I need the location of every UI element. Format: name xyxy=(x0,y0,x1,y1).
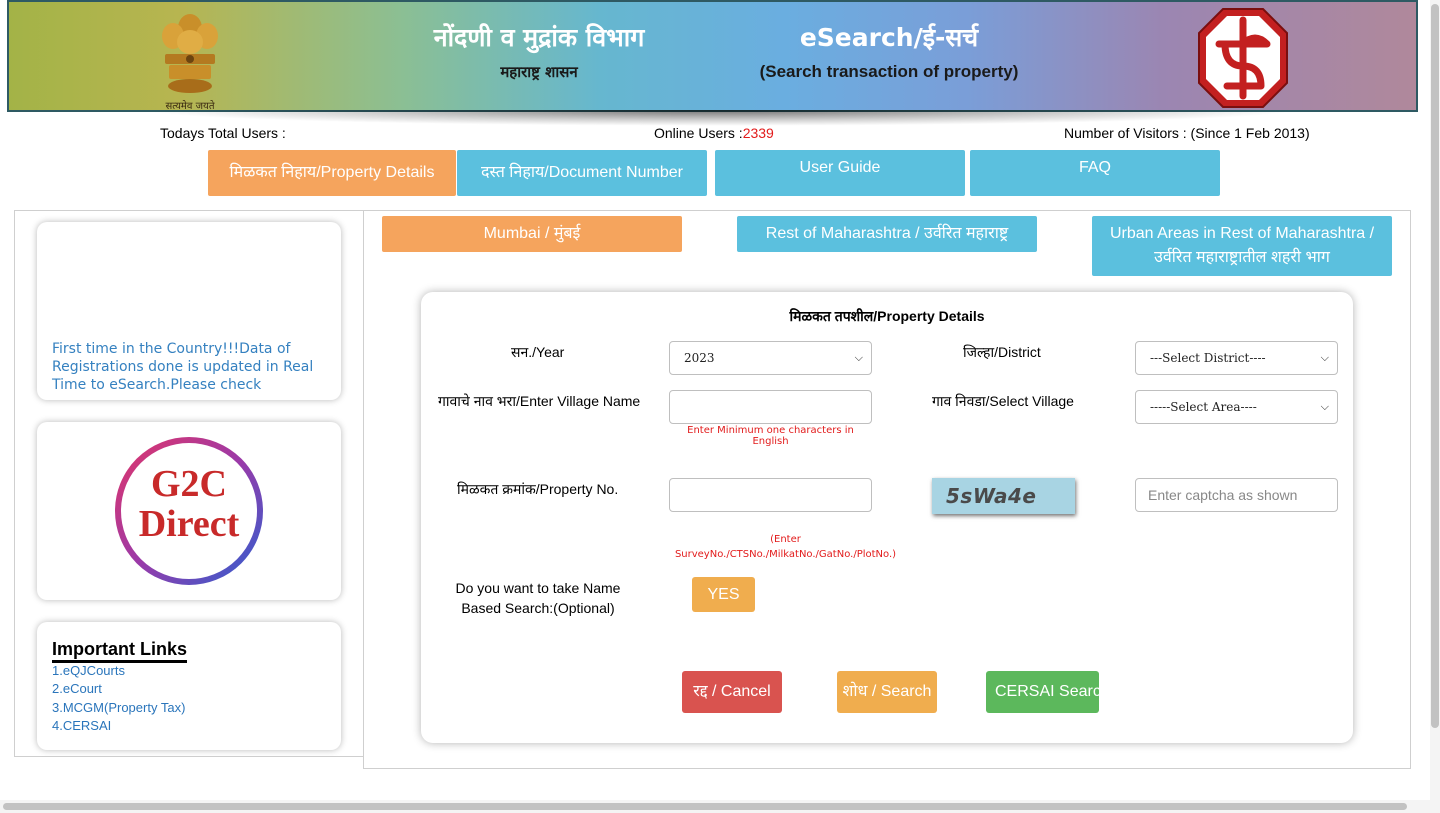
esearch-title: eSearch/ई-सर्च xyxy=(799,23,979,52)
link-mcgm-property-tax[interactable]: 3.MCGM(Property Tax) xyxy=(52,700,185,715)
lion-capital-icon xyxy=(162,14,218,93)
g2c-line2: Direct xyxy=(139,503,240,545)
header-shadow xyxy=(140,110,1300,126)
g2c-direct-card[interactable]: G2C Direct xyxy=(37,422,341,600)
today-users-label: Todays Total Users : xyxy=(160,125,286,141)
g2c-line1: G2C xyxy=(151,463,227,505)
important-links-title: Important Links xyxy=(52,638,188,663)
national-emblem: सत्यमेव जयते xyxy=(145,6,235,112)
property-no-hint-line2: SurveyNo./CTSNo./MilkatNo./GatNo./PlotNo… xyxy=(674,549,897,560)
link-eqjcourts[interactable]: 1.eQJCourts xyxy=(52,663,125,678)
cersai-search-button[interactable]: CERSAI Search xyxy=(986,671,1099,713)
horizontal-scrollbar-thumb[interactable] xyxy=(3,803,1407,810)
link-ecourt[interactable]: 2.eCourt xyxy=(52,681,102,696)
chevron-down-icon: ⌵ xyxy=(1320,351,1329,364)
year-select[interactable]: 2023 ⌵ xyxy=(669,341,872,375)
visitors-label: Number of Visitors : (Since 1 Feb 2013) xyxy=(1064,125,1310,141)
online-users-count: 2339 xyxy=(742,125,774,141)
name-search-line2: Based Search:(Optional) xyxy=(461,600,615,616)
form-title: मिळकत तपशील/Property Details xyxy=(789,308,985,324)
tab-document-number[interactable]: दस्त निहाय/Document Number xyxy=(457,150,707,196)
year-select-value: 2023 xyxy=(684,351,715,365)
property-no-hint: (Enter SurveyNo./CTSNo./MilkatNo./GatNo.… xyxy=(657,532,914,562)
chevron-down-icon: ⌵ xyxy=(1320,400,1329,413)
region-urban-line2: उर्वरित महाराष्ट्रातील शहरी भाग xyxy=(1154,249,1330,266)
g2c-direct-logo: G2C Direct xyxy=(115,437,263,585)
village-select[interactable]: -----Select Area---- ⌵ xyxy=(1135,390,1338,424)
captcha-input[interactable]: Enter captcha as shown xyxy=(1135,478,1338,512)
link-cersai[interactable]: 4.CERSAI xyxy=(52,718,111,733)
tab-faq[interactable]: FAQ xyxy=(970,150,1220,196)
property-no-hint-line1: (Enter xyxy=(770,534,801,545)
name-search-question: Do you want to take Name Based Search:(O… xyxy=(438,578,638,618)
tab-property-details[interactable]: मिळकत निहाय/Property Details xyxy=(208,150,456,196)
captcha-image: 5sWa4e xyxy=(932,478,1075,514)
online-users-label: Online Users : xyxy=(654,125,743,141)
region-rest-maharashtra-button[interactable]: Rest of Maharashtra / उर्वरित महाराष्ट्र xyxy=(737,216,1037,252)
village-name-hint: Enter Minimum one characters in English xyxy=(687,425,854,447)
district-label: जिल्हा/District xyxy=(963,344,1041,360)
department-logo xyxy=(1197,6,1289,115)
region-urban-line1: Urban Areas in Rest of Maharashtra / xyxy=(1109,225,1375,242)
region-urban-areas-button[interactable]: Urban Areas in Rest of Maharashtra / उर्… xyxy=(1092,216,1392,276)
name-search-line1: Do you want to take Name xyxy=(455,580,621,596)
name-search-yes-button[interactable]: YES xyxy=(692,577,755,612)
select-village-label: गाव निवडा/Select Village xyxy=(932,393,1074,409)
region-mumbai-button[interactable]: Mumbai / मुंबई xyxy=(382,216,682,252)
district-select[interactable]: ---Select District---- ⌵ xyxy=(1135,341,1338,375)
district-select-value: ---Select District---- xyxy=(1150,351,1266,365)
site-header: सत्यमेव जयते नोंदणी व मुद्रांक विभाग महा… xyxy=(7,0,1418,112)
cancel-button[interactable]: रद्द / Cancel xyxy=(682,671,782,713)
village-select-value: -----Select Area---- xyxy=(1150,400,1257,414)
village-name-label: गावाचे नाव भरा/Enter Village Name xyxy=(438,393,641,409)
online-users: Online Users :2339 xyxy=(654,125,774,141)
igr-logo-icon xyxy=(1198,8,1288,108)
government-subtitle: महाराष्ट्र शासन xyxy=(500,63,578,81)
village-name-input[interactable] xyxy=(669,390,872,424)
search-button[interactable]: शोध / Search xyxy=(837,671,937,713)
chevron-down-icon: ⌵ xyxy=(854,351,863,364)
property-no-input[interactable] xyxy=(669,478,872,512)
important-links-card: Important Links 1.eQJCourts 2.eCourt 3.M… xyxy=(37,622,341,750)
vertical-scrollbar-thumb[interactable] xyxy=(1431,4,1439,728)
esearch-subtitle: (Search transaction of property) xyxy=(759,62,1019,81)
department-title: नोंदणी व मुद्रांक विभाग xyxy=(433,23,645,52)
news-ticker-card: First time in the Country!!!Data of Regi… xyxy=(37,222,341,400)
news-ticker-text[interactable]: First time in the Country!!!Data of Regi… xyxy=(52,340,332,394)
year-label: सन./Year xyxy=(511,344,565,360)
tab-user-guide[interactable]: User Guide xyxy=(715,150,965,196)
property-no-label: मिळकत क्रमांक/Property No. xyxy=(457,481,619,497)
